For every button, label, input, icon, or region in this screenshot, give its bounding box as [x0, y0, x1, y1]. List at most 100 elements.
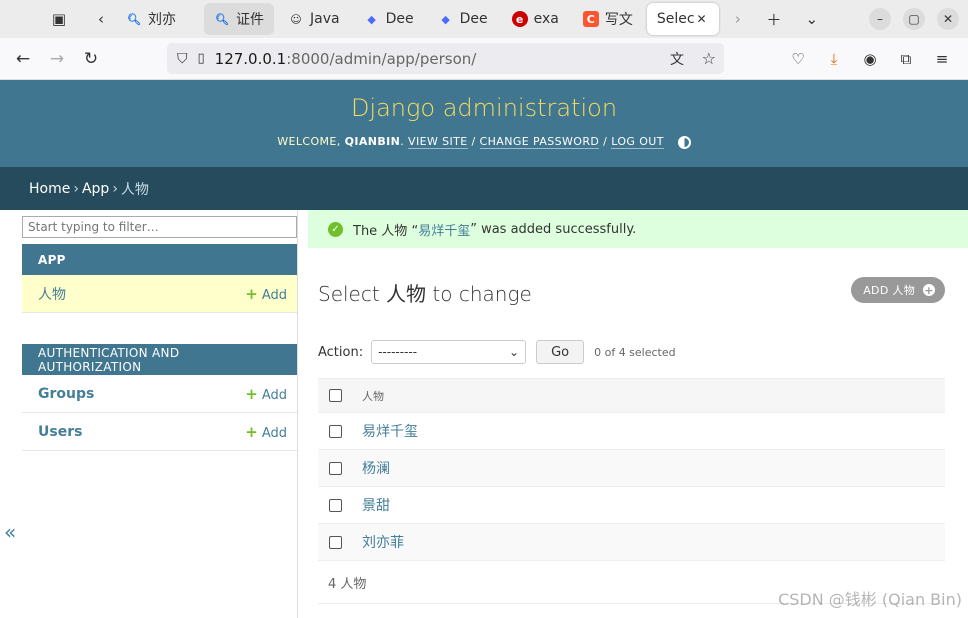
- watermark: CSDN @钱彬 (Qian Bin): [778, 590, 962, 609]
- breadcrumb-home[interactable]: Home: [29, 181, 70, 197]
- browser-tab-active[interactable]: Selec ✕: [646, 3, 719, 35]
- table-row: 刘亦菲: [318, 524, 945, 561]
- shield-icon[interactable]: ⛉: [177, 51, 188, 67]
- selected-count: 0 of 4 selected: [594, 345, 676, 359]
- row-checkbox[interactable]: [329, 535, 342, 549]
- plus-icon: +: [245, 284, 258, 303]
- tab-list-chevron-down-icon[interactable]: ⌄: [797, 4, 827, 34]
- site-brand[interactable]: Django administration: [0, 94, 968, 122]
- url-path: :8000/admin/app/person/: [286, 49, 477, 68]
- tab-scroll-left-icon[interactable]: ‹: [86, 4, 116, 34]
- browser-tab-5[interactable]: ◆ Dee: [428, 3, 498, 35]
- download-icon[interactable]: ⤓: [818, 43, 850, 75]
- menu-icon[interactable]: ≡: [926, 43, 958, 75]
- whale-icon: ◆: [441, 12, 450, 26]
- sidebar-add-person[interactable]: + Add: [245, 285, 287, 303]
- tab-overview-icon[interactable]: ▣: [44, 4, 74, 34]
- nav-sidebar: APP 人物 +Add AUTHENTICATION AND AUTHORIZA…: [0, 210, 298, 618]
- chevron-down-icon: ⌄: [509, 345, 520, 359]
- user-avatar-icon: ☺: [290, 12, 302, 26]
- tab-scroll-right-icon[interactable]: ›: [723, 4, 753, 34]
- row-checkbox[interactable]: [329, 424, 342, 438]
- sidebar-add-user[interactable]: + Add: [245, 423, 287, 441]
- result-list: 人物 易烊千玺 杨澜 景甜 刘亦菲 4 人物: [318, 378, 945, 604]
- browser-tab-7[interactable]: C 写文: [573, 3, 643, 35]
- extensions-icon[interactable]: ⧉: [890, 43, 922, 75]
- account-icon[interactable]: ◉: [854, 43, 886, 75]
- sidebar-item-groups-link[interactable]: Groups: [38, 386, 94, 402]
- view-site-link[interactable]: VIEW SITE: [408, 135, 468, 149]
- added-object-link[interactable]: 易烊千玺: [418, 220, 470, 239]
- bookmark-star-icon[interactable]: ☆: [702, 49, 716, 68]
- auth-module-caption[interactable]: AUTHENTICATION AND AUTHORIZATION: [22, 344, 297, 375]
- column-header-person[interactable]: 人物: [362, 388, 384, 404]
- main-area: APP 人物 +Add AUTHENTICATION AND AUTHORIZA…: [0, 210, 968, 618]
- row-link[interactable]: 刘亦菲: [362, 532, 404, 552]
- go-button[interactable]: Go: [536, 340, 585, 364]
- page-info-icon[interactable]: ▯: [198, 51, 205, 66]
- app-module: APP 人物 + Add: [22, 244, 297, 313]
- auth-module: AUTHENTICATION AND AUTHORIZATION Groups …: [22, 344, 297, 451]
- add-person-button[interactable]: ADD 人物 +: [851, 277, 945, 303]
- browser-tab-2[interactable]: 🔍︎ 证件: [204, 3, 274, 35]
- minimize-icon[interactable]: –: [869, 8, 891, 30]
- row-link[interactable]: 易烊千玺: [362, 421, 418, 441]
- breadcrumb-current: 人物: [120, 181, 149, 198]
- sidebar-item-users: Users + Add: [22, 413, 297, 451]
- app-module-caption[interactable]: APP: [22, 244, 297, 275]
- content: ✓ The 人物 “易烊千玺” was added successfully. …: [298, 210, 968, 618]
- browser-nav-bar: ← → ↻ ⛉ ▯ 127.0.0.1:8000/admin/app/perso…: [0, 38, 968, 80]
- url-host: 127.0.0.1: [214, 49, 287, 68]
- breadcrumb-app[interactable]: App: [82, 181, 109, 197]
- ie-logo-icon: e: [511, 11, 528, 27]
- welcome-text: WELCOME,: [277, 135, 341, 148]
- browser-tab-bar: ▣ ‹ 🔍︎ 刘亦 🔍︎ 证件 ☺ Java ◆ Dee ◆ Dee e exa C 写文 S…: [0, 0, 968, 38]
- sidebar-item-groups: Groups + Add: [22, 375, 297, 413]
- forward-arrow-icon[interactable]: →: [40, 42, 74, 76]
- back-arrow-icon[interactable]: ←: [6, 42, 40, 76]
- reload-icon[interactable]: ↻: [74, 42, 108, 76]
- row-link[interactable]: 景甜: [362, 495, 390, 515]
- row-link[interactable]: 杨澜: [362, 458, 390, 478]
- new-tab-icon[interactable]: ＋: [759, 4, 789, 34]
- action-label: Action:: [318, 344, 364, 360]
- close-tab-icon[interactable]: ✕: [697, 12, 707, 26]
- browser-tab-3[interactable]: ☺ Java: [278, 3, 350, 35]
- log-out-link[interactable]: LOG OUT: [611, 135, 664, 149]
- maximize-icon[interactable]: ▢: [903, 8, 925, 30]
- username: QIANBIN: [344, 135, 401, 148]
- sidebar-item-users-link[interactable]: Users: [38, 424, 82, 440]
- toggle-sidebar-button[interactable]: «: [4, 520, 16, 544]
- table-header: 人物: [318, 378, 945, 413]
- plus-icon: +: [245, 384, 258, 403]
- csdn-c-icon: C: [582, 11, 599, 27]
- action-select[interactable]: --------- ⌄: [371, 340, 527, 364]
- browser-tab-6[interactable]: e exa: [502, 3, 569, 35]
- theme-toggle-icon[interactable]: [677, 135, 691, 149]
- table-row: 景甜: [318, 487, 945, 524]
- plus-circle-icon: +: [923, 283, 935, 297]
- success-message: ✓ The 人物 “易烊千玺” was added successfully.: [308, 210, 968, 248]
- page-title: Select 人物 to change: [318, 282, 532, 306]
- row-checkbox[interactable]: [329, 498, 342, 512]
- site-header: Django administration WELCOME, QIANBIN. …: [0, 80, 968, 167]
- actions-bar: Action: --------- ⌄ Go 0 of 4 selected: [318, 340, 676, 364]
- browser-tab-4[interactable]: ◆ Dee: [354, 3, 424, 35]
- translate-icon[interactable]: 文: [670, 49, 684, 69]
- row-checkbox[interactable]: [329, 461, 342, 475]
- plus-icon: +: [245, 422, 258, 441]
- browser-tab-1[interactable]: 🔍︎ 刘亦: [116, 3, 186, 35]
- pocket-icon[interactable]: ♡: [782, 43, 814, 75]
- table-row: 杨澜: [318, 450, 945, 487]
- nav-filter-input[interactable]: [22, 216, 297, 238]
- sidebar-add-group[interactable]: + Add: [245, 385, 287, 403]
- select-all-checkbox[interactable]: [329, 389, 342, 402]
- sidebar-item-person-link[interactable]: 人物: [38, 284, 66, 304]
- table-row: 易烊千玺: [318, 413, 945, 450]
- check-circle-icon: ✓: [328, 221, 343, 237]
- toolbar-icons: ♡ ⤓ ◉ ⧉ ≡: [782, 38, 958, 80]
- change-password-link[interactable]: CHANGE PASSWORD: [479, 135, 600, 149]
- url-bar[interactable]: ⛉ ▯ 127.0.0.1:8000/admin/app/person/ 文 ☆: [167, 43, 724, 74]
- sidebar-item-person: 人物 + Add: [22, 275, 297, 313]
- close-window-icon[interactable]: ✕: [937, 8, 959, 30]
